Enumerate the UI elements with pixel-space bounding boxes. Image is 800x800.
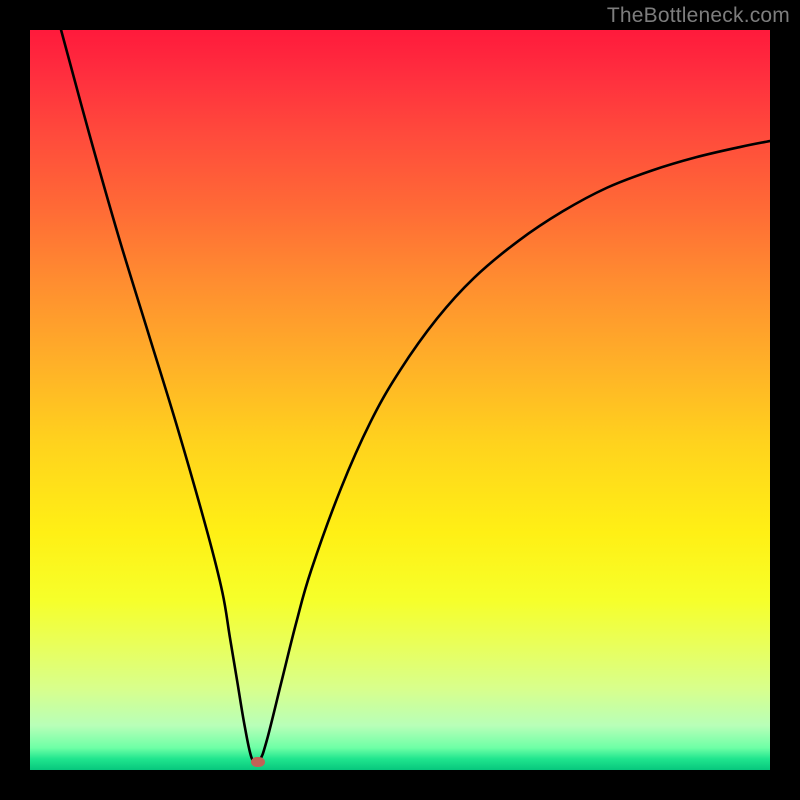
minimum-marker bbox=[251, 757, 265, 767]
curve-line bbox=[30, 30, 770, 770]
plot-area bbox=[30, 30, 770, 770]
chart-frame: TheBottleneck.com bbox=[0, 0, 800, 800]
watermark-text: TheBottleneck.com bbox=[607, 4, 790, 28]
